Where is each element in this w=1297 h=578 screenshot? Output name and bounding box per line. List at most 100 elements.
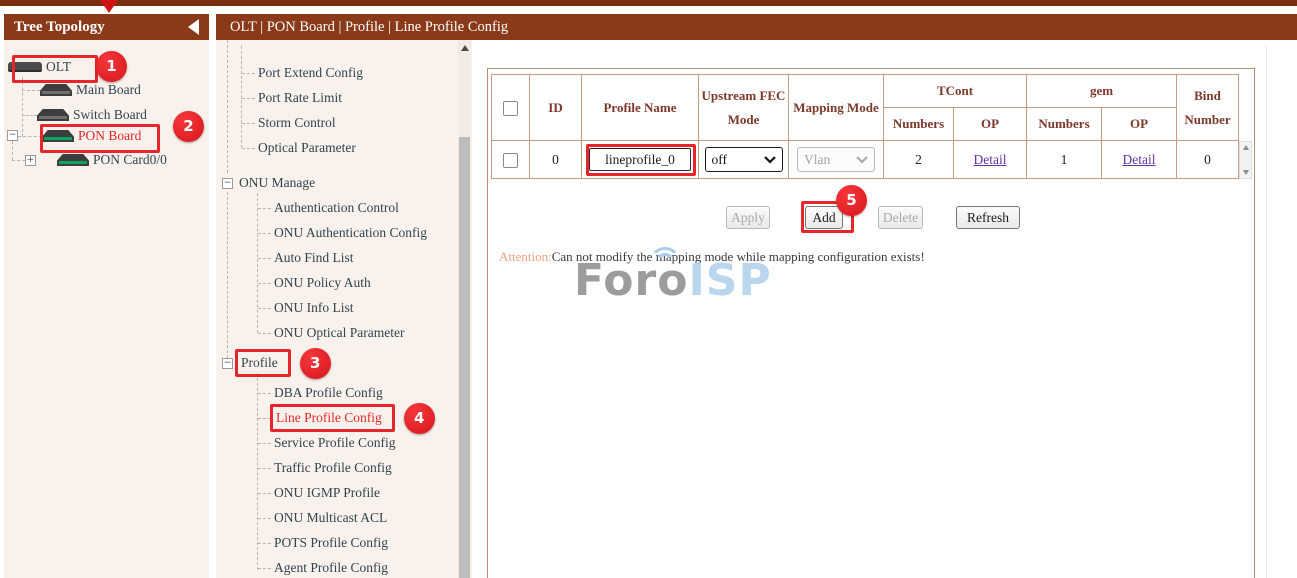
chevron-down-icon: [856, 156, 868, 164]
scroll-down-icon[interactable]: [1243, 170, 1249, 175]
nav-label-line-profile-config[interactable]: Line Profile Config: [270, 404, 395, 432]
board-device-icon: [37, 109, 69, 121]
nav-connector: [258, 517, 271, 519]
line-profile-container: ID Profile Name Upstream FEC Mode Mappin…: [487, 68, 1255, 578]
tree-node-pon-card[interactable]: PON Card0/0: [57, 150, 167, 170]
tree-node-label: OLT: [46, 59, 71, 75]
row-select-cell: [492, 141, 530, 179]
upstream-fec-select[interactable]: off: [705, 147, 783, 172]
nav-label-agent-profile-config[interactable]: Agent Profile Config: [274, 560, 388, 576]
watermark-wifi-icon: [655, 253, 675, 273]
nav-connector: [258, 467, 271, 469]
annotation-badge-1: 1: [96, 51, 127, 82]
nav-label-dba-profile-config[interactable]: DBA Profile Config: [274, 385, 383, 401]
nav-label-onu-optical-parameter[interactable]: ONU Optical Parameter: [274, 325, 404, 341]
tree-node-pon-board[interactable]: PON Board: [42, 126, 141, 146]
nav-label-service-profile-config[interactable]: Service Profile Config: [274, 435, 395, 451]
row-checkbox[interactable]: [503, 153, 518, 168]
expander-minus-icon[interactable]: −: [222, 178, 233, 189]
refresh-button[interactable]: Refresh: [956, 206, 1020, 229]
nav-connector: [242, 122, 255, 124]
col-header-id: ID: [530, 75, 582, 141]
tree-topology-title: Tree Topology: [14, 19, 105, 36]
nav-label-onu-manage[interactable]: ONU Manage: [239, 175, 315, 191]
annotation-badge-4: 4: [404, 403, 435, 434]
tree-topology-body: OLT Main Board Switch Board − PON Board …: [4, 40, 209, 578]
scroll-up-button[interactable]: [458, 40, 471, 55]
nav-label-optical-parameter[interactable]: Optical Parameter: [258, 140, 356, 156]
tree-node-label: PON Board: [78, 128, 141, 144]
nav-connector: [258, 232, 271, 234]
expander-minus-icon[interactable]: −: [222, 358, 233, 369]
nav-label-authentication-control[interactable]: Authentication Control: [274, 200, 399, 216]
col-header-tcont-op: OP: [954, 108, 1027, 141]
tree-node-switch-board[interactable]: Switch Board: [37, 105, 147, 125]
nav-connector: [258, 442, 271, 444]
nav-label-onu-authentication-config[interactable]: ONU Authentication Config: [274, 225, 427, 241]
nav-label-onu-multicast-acl[interactable]: ONU Multicast ACL: [274, 510, 387, 526]
nav-item-onu-policy-auth: ONU Policy Auth: [258, 273, 371, 293]
tree-topology-panel: Tree Topology OLT Main Board Switch Boar…: [4, 14, 209, 578]
nav-connector: [258, 257, 271, 259]
nav-item-onu-igmp-profile: ONU IGMP Profile: [258, 483, 380, 503]
gem-detail-link[interactable]: Detail: [1123, 152, 1156, 167]
delete-button[interactable]: Delete: [878, 206, 923, 229]
scroll-up-icon[interactable]: [1243, 145, 1249, 150]
chevron-down-icon: [764, 156, 776, 164]
nav-label-port-extend-config[interactable]: Port Extend Config: [258, 65, 363, 81]
nav-label-profile[interactable]: Profile: [235, 349, 291, 377]
row-id: 0: [530, 141, 582, 179]
nav-label-storm-control[interactable]: Storm Control: [258, 115, 336, 131]
nav-label-onu-info-list[interactable]: ONU Info List: [274, 300, 354, 316]
annotation-badge-3: 3: [300, 348, 331, 379]
nav-item-port-rate-limit: Port Rate Limit: [242, 88, 342, 108]
apply-button[interactable]: Apply: [726, 206, 770, 229]
row-gem-op-cell: Detail: [1102, 141, 1177, 179]
row-bind-number: 0: [1177, 141, 1239, 179]
nav-connector: [227, 192, 228, 358]
panel-collapse-icon[interactable]: [188, 19, 199, 35]
nav-label-pots-profile-config[interactable]: POTS Profile Config: [274, 535, 388, 551]
expander-minus-icon[interactable]: −: [7, 130, 18, 141]
nav-label-onu-policy-auth[interactable]: ONU Policy Auth: [274, 275, 371, 291]
col-group-tcont: TCont: [884, 75, 1027, 108]
nav-label-auto-find-list[interactable]: Auto Find List: [274, 250, 354, 266]
select-all-checkbox[interactable]: [503, 101, 518, 116]
nav-label-port-rate-limit[interactable]: Port Rate Limit: [258, 90, 342, 106]
col-header-gem-numbers: Numbers: [1027, 108, 1102, 141]
profile-name-input[interactable]: lineprofile_0: [589, 148, 691, 171]
col-header-profile-name: Profile Name: [582, 75, 699, 141]
nav-item-onu-manage: −ONU Manage: [222, 173, 315, 193]
nav-tree-panel: Port ConfigPort Extend ConfigPort Rate L…: [216, 40, 472, 578]
tcont-detail-link[interactable]: Detail: [974, 152, 1007, 167]
nav-item-service-profile-config: Service Profile Config: [258, 433, 395, 453]
tree-node-label: Switch Board: [73, 107, 147, 123]
nav-item-storm-control: Storm Control: [242, 113, 336, 133]
olt-device-icon: [8, 62, 42, 72]
nav-item-line-profile-config: Line Profile Config4: [258, 408, 435, 428]
nav-label-traffic-profile-config[interactable]: Traffic Profile Config: [274, 460, 392, 476]
nav-connector: [227, 40, 228, 173]
nav-connector: [242, 97, 255, 99]
row-scrollbar[interactable]: [1239, 141, 1252, 179]
nav-connector: [258, 567, 271, 569]
expander-plus-icon[interactable]: +: [25, 155, 36, 166]
nav-item-optical-parameter: Optical Parameter: [242, 138, 356, 158]
breadcrumb-bar: OLT | PON Board | Profile | Line Profile…: [216, 14, 1297, 40]
nav-item-port-extend-config: Port Extend Config: [242, 63, 363, 83]
scrollbar-thumb[interactable]: [459, 137, 470, 578]
col-header-tcont-numbers: Numbers: [884, 108, 954, 141]
tree-connector: [22, 77, 23, 137]
add-button[interactable]: Add: [805, 206, 843, 229]
tree-node-label: PON Card0/0: [93, 152, 167, 168]
col-group-gem: gem: [1027, 75, 1177, 108]
tree-node-olt[interactable]: OLT: [8, 57, 71, 77]
nav-scrollbar[interactable]: [458, 40, 471, 578]
mapping-mode-select-disabled[interactable]: Vlan: [797, 147, 875, 172]
nav-label-onu-igmp-profile[interactable]: ONU IGMP Profile: [274, 485, 380, 501]
nav-item-pots-profile-config: POTS Profile Config: [258, 533, 388, 553]
row-tcont-op-cell: Detail: [954, 141, 1027, 179]
tree-node-main-board[interactable]: Main Board: [40, 80, 141, 100]
top-bar: [0, 0, 1297, 6]
tree-connector: [12, 160, 25, 161]
